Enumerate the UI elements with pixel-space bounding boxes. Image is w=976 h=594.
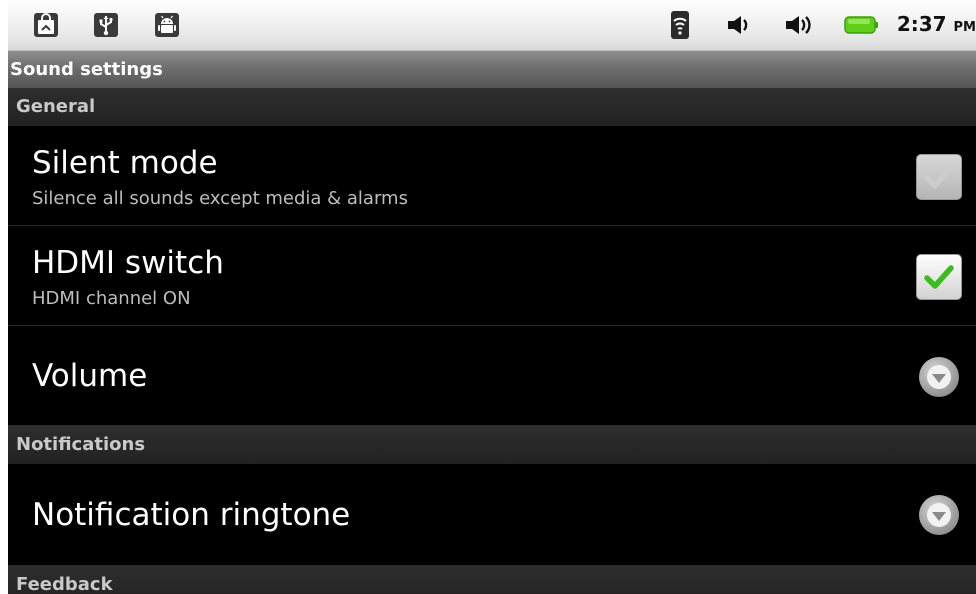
status-clock: 2:37 PM bbox=[897, 12, 976, 36]
check-icon bbox=[924, 265, 954, 289]
dropdown-arrow-icon[interactable] bbox=[918, 494, 960, 536]
android-debug-icon bbox=[153, 11, 181, 39]
battery-icon bbox=[844, 15, 880, 39]
pref-volume[interactable]: Volume bbox=[8, 326, 976, 426]
pref-title: Silent mode bbox=[32, 145, 218, 181]
volume-high-icon bbox=[784, 14, 818, 40]
clock-time: 2:37 bbox=[896, 12, 947, 36]
pref-title: HDMI switch bbox=[32, 245, 224, 281]
volume-icon bbox=[726, 14, 754, 40]
screen: 2:37 PM Sound settings General Silent mo… bbox=[8, 0, 976, 594]
status-bar: 2:37 PM bbox=[8, 0, 976, 50]
title-bar: Sound settings bbox=[8, 50, 976, 88]
shopping-bag-icon bbox=[32, 11, 60, 39]
pref-hdmi-switch[interactable]: HDMI switch HDMI channel ON bbox=[8, 226, 976, 326]
pref-notification-ringtone[interactable]: Notification ringtone bbox=[8, 464, 976, 566]
silent-mode-checkbox[interactable] bbox=[916, 154, 962, 200]
dropdown-arrow-icon[interactable] bbox=[918, 356, 960, 398]
section-header-general: General bbox=[8, 88, 976, 126]
wifi-signal-icon bbox=[670, 10, 690, 44]
section-header-feedback: Feedback bbox=[8, 566, 976, 594]
check-icon bbox=[924, 165, 954, 189]
clock-ampm: PM bbox=[953, 20, 976, 35]
pref-silent-mode[interactable]: Silent mode Silence all sounds except me… bbox=[8, 126, 976, 226]
pref-summary: Silence all sounds except media & alarms bbox=[32, 188, 408, 209]
pref-title: Volume bbox=[32, 358, 148, 394]
page-title: Sound settings bbox=[10, 59, 163, 80]
section-label: General bbox=[16, 96, 96, 117]
pref-title: Notification ringtone bbox=[32, 497, 351, 533]
section-label: Notifications bbox=[16, 434, 146, 455]
section-label: Feedback bbox=[16, 574, 113, 594]
section-header-notifications: Notifications bbox=[8, 426, 976, 464]
hdmi-switch-checkbox[interactable] bbox=[916, 254, 962, 300]
pref-summary: HDMI channel ON bbox=[32, 288, 191, 309]
usb-icon bbox=[92, 11, 120, 39]
